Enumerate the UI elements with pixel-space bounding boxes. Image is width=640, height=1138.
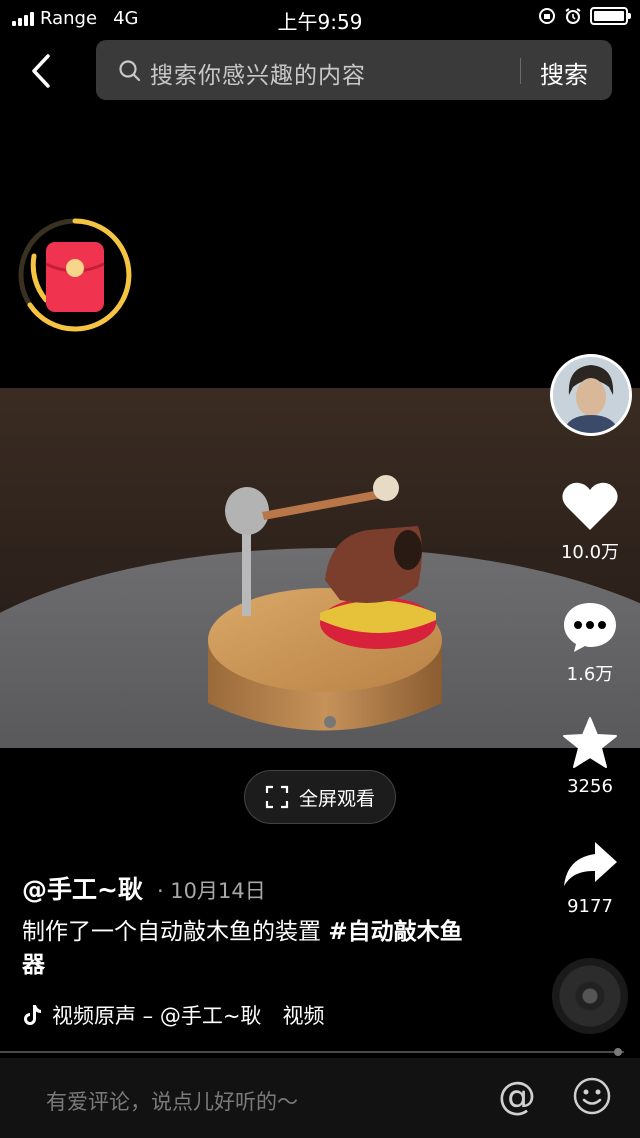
comment-count: 1.6万 <box>566 664 614 685</box>
video-player[interactable] <box>0 388 640 748</box>
post-date: · 10月14日 <box>156 879 266 903</box>
battery-icon <box>590 7 631 25</box>
author-avatar[interactable] <box>550 354 632 436</box>
tiktok-note-icon <box>24 1005 41 1025</box>
music-fade <box>332 1000 362 1030</box>
comment-input[interactable]: 有爱评论，说点儿好听的～ <box>46 1086 298 1116</box>
search-divider <box>520 58 521 84</box>
author-name[interactable]: @手工~耿 <box>22 870 143 906</box>
fullscreen-button[interactable]: 全屏观看 <box>244 770 396 824</box>
orientation-lock-icon <box>539 8 555 24</box>
red-packet-icon[interactable] <box>16 216 134 334</box>
music-disc-icon[interactable] <box>552 958 628 1034</box>
video-frame <box>0 475 640 748</box>
video-progress-handle[interactable] <box>614 1048 622 1056</box>
fullscreen-label: 全屏观看 <box>299 787 376 810</box>
like-count: 10.0万 <box>560 542 620 563</box>
heart-icon <box>562 482 618 530</box>
emoji-icon[interactable] <box>572 1076 612 1116</box>
post-description: 制作了一个自动敲木鱼的装置 #自动敲木鱼器 <box>22 916 482 982</box>
comment-action[interactable]: 1.6万 <box>540 600 640 686</box>
comment-bar: 有爱评论，说点儿好听的～ @ <box>0 1058 640 1138</box>
music-title: 视频原声 – @手工~耿 视频 <box>52 1004 325 1028</box>
star-icon <box>563 717 617 768</box>
video-progress-track[interactable] <box>0 1051 624 1053</box>
author-line: @手工~耿 · 10月14日 <box>22 870 266 906</box>
description-text: 制作了一个自动敲木鱼的装置 <box>22 919 329 945</box>
avatar-image <box>553 357 629 433</box>
alarm-icon <box>565 8 581 24</box>
search-icon <box>119 60 141 82</box>
status-bar: Range 4G 上午9:59 <box>0 0 640 36</box>
favorite-count: 3256 <box>567 776 613 797</box>
favorite-action[interactable]: 3256 <box>540 716 640 797</box>
music-line[interactable]: 视频原声 – @手工~耿 视频 <box>22 1000 362 1030</box>
share-arrow-icon <box>564 842 617 886</box>
search-bar[interactable]: 搜索你感兴趣的内容 搜索 <box>96 40 612 100</box>
back-arrow-icon[interactable] <box>22 50 62 92</box>
mention-at-icon[interactable]: @ <box>498 1074 536 1118</box>
search-input[interactable]: 搜索你感兴趣的内容 <box>150 56 366 90</box>
comment-icon <box>564 603 616 652</box>
search-button[interactable]: 搜索 <box>540 55 588 90</box>
share-count: 9177 <box>567 896 613 917</box>
share-action[interactable]: 9177 <box>540 840 640 917</box>
fullscreen-icon <box>265 785 289 809</box>
like-action[interactable]: 10.0万 <box>540 480 640 564</box>
